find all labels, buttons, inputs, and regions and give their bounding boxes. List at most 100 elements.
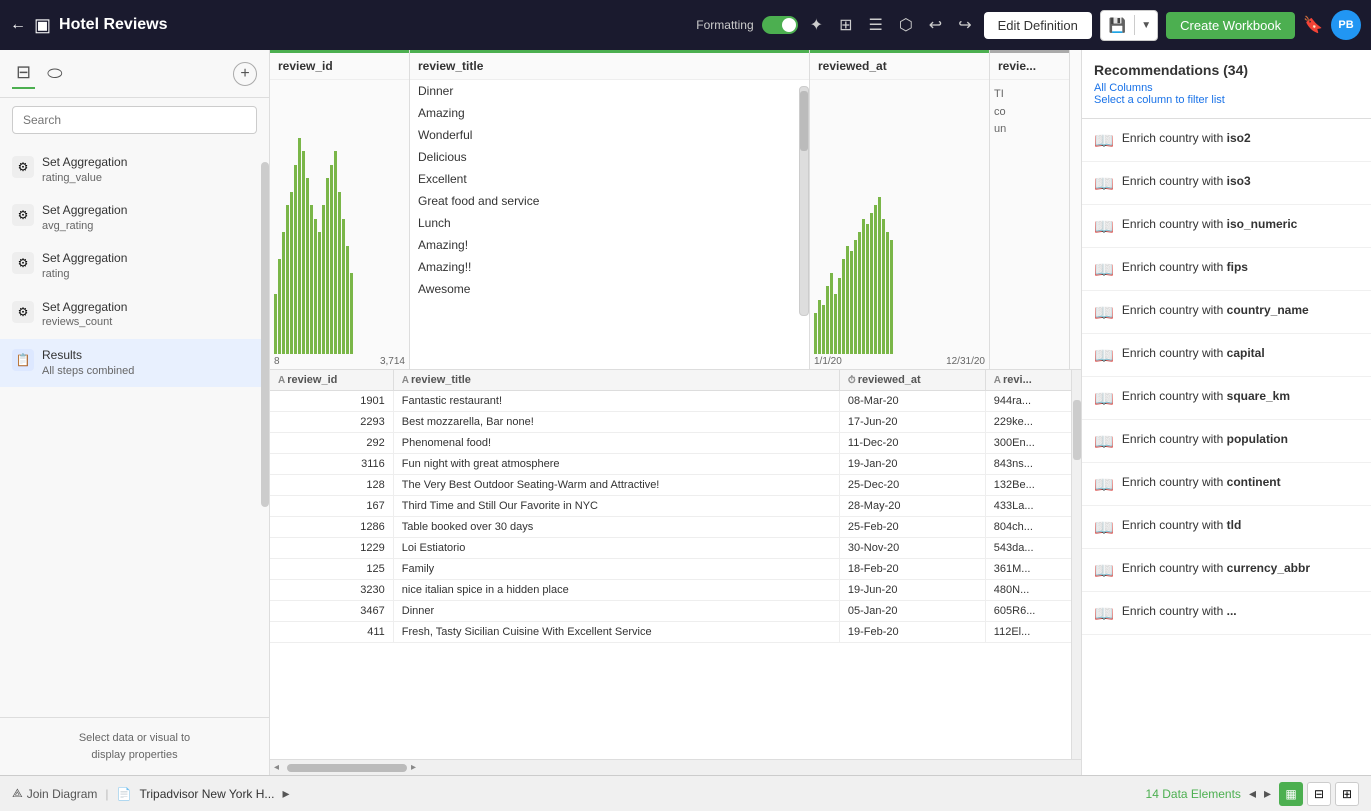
table-row[interactable]: 292 Phenomenal food! 11-Dec-20 300En...	[270, 432, 1081, 453]
step-label: Set Aggregation avg_rating	[42, 202, 127, 234]
table-row[interactable]: 1901 Fantastic restaurant! 08-Mar-20 944…	[270, 390, 1081, 411]
table-row[interactable]: 411 Fresh, Tasty Sicilian Cuisine With E…	[270, 621, 1081, 642]
formatting-label: Formatting	[696, 18, 753, 32]
cell-review-title: Dinner	[393, 600, 839, 621]
bookmark-button[interactable]: 🔖	[1303, 15, 1323, 35]
table-icon[interactable]: ⊟	[12, 58, 35, 89]
table-row[interactable]: 125 Family 18-Feb-20 361M...	[270, 558, 1081, 579]
cell-col4: 804ch...	[985, 516, 1080, 537]
table-row[interactable]: 3467 Dinner 05-Jan-20 605R6...	[270, 600, 1081, 621]
step-icon: ⚙	[12, 204, 34, 226]
step-aggregation-rating-value[interactable]: ⚙ Set Aggregation rating_value	[0, 146, 269, 194]
dropdown-item[interactable]: Excellent	[410, 168, 809, 190]
back-button[interactable]: ←	[10, 16, 26, 34]
th-review-title[interactable]: Areview_title	[393, 370, 839, 391]
shape-icon[interactable]: ⬭	[43, 59, 66, 88]
add-step-button[interactable]: +	[233, 62, 257, 86]
dropdown-item[interactable]: Dinner	[410, 80, 809, 102]
row-scrollbar[interactable]	[1071, 370, 1081, 759]
rec-item[interactable]: 📖 Enrich country with square_km	[1082, 377, 1371, 420]
col-dropdown-scrollbar[interactable]	[799, 86, 809, 316]
book-icon: 📖	[1094, 260, 1114, 280]
join-diagram-btn[interactable]: ⟁ Join Diagram	[12, 786, 97, 801]
rec-item[interactable]: 📖 Enrich country with iso3	[1082, 162, 1371, 205]
col-title-partial[interactable]: revie...	[990, 53, 1069, 80]
join-label: Join Diagram	[27, 787, 98, 801]
data-scroll-area[interactable]: Areview_id Areview_title ⏱reviewed_at Ar…	[270, 370, 1081, 759]
table-row[interactable]: 3230 nice italian spice in a hidden plac…	[270, 579, 1081, 600]
formatting-toggle[interactable]	[762, 16, 798, 34]
step-results[interactable]: 📋 Results All steps combined	[0, 339, 269, 387]
table-row[interactable]: 2293 Best mozzarella, Bar none! 17-Jun-2…	[270, 411, 1081, 432]
cell-col4: 480N...	[985, 579, 1080, 600]
panel-title: Recommendations (34)	[1094, 62, 1359, 78]
table-row[interactable]: 128 The Very Best Outdoor Seating-Warm a…	[270, 474, 1081, 495]
create-workbook-button[interactable]: Create Workbook	[1166, 12, 1295, 39]
cell-reviewed-at: 25-Feb-20	[839, 516, 985, 537]
tab-name[interactable]: Tripadvisor New York H...	[140, 787, 275, 801]
sidebar-scrollbar[interactable]	[261, 162, 269, 507]
redo-button[interactable]: ↪	[954, 11, 975, 39]
rec-text: Enrich country with currency_abbr	[1122, 559, 1310, 577]
recommendations-list: 📖 Enrich country with iso2 📖 Enrich coun…	[1082, 119, 1371, 635]
undo-button[interactable]: ↩	[925, 11, 946, 39]
step-aggregation-reviews-count[interactable]: ⚙ Set Aggregation reviews_count	[0, 291, 269, 339]
rec-item[interactable]: 📖 Enrich country with iso2	[1082, 119, 1371, 162]
dropdown-item[interactable]: Amazing!!	[410, 256, 809, 278]
table-row[interactable]: 1229 Loi Estiatorio 30-Nov-20 543da...	[270, 537, 1081, 558]
save-button[interactable]: 💾	[1101, 11, 1134, 40]
search-input[interactable]	[12, 106, 257, 134]
edit-definition-button[interactable]: Edit Definition	[984, 12, 1092, 39]
sidebar-steps: ⚙ Set Aggregation rating_value ⚙ Set Agg…	[0, 142, 269, 717]
scroll-right-btn[interactable]: ▸	[411, 762, 416, 773]
col-title-review-title[interactable]: review_title	[410, 53, 809, 80]
grid-view-button[interactable]: ⊞	[835, 11, 856, 39]
cell-col4: 433La...	[985, 495, 1080, 516]
cell-col4: 229ke...	[985, 411, 1080, 432]
rec-item[interactable]: 📖 Enrich country with country_name	[1082, 291, 1371, 334]
filter-list-link[interactable]: Select a column to filter list	[1094, 94, 1359, 106]
cell-reviewed-at: 19-Jun-20	[839, 579, 985, 600]
dropdown-item[interactable]: Awesome	[410, 278, 809, 300]
save-dropdown-button[interactable]: ▼	[1135, 14, 1157, 37]
rec-item[interactable]: 📖 Enrich country with ...	[1082, 592, 1371, 635]
dropdown-item[interactable]: Wonderful	[410, 124, 809, 146]
wand-icon-button[interactable]: ✦	[806, 11, 827, 39]
data-el-arrow-left[interactable]: ◂	[1249, 785, 1256, 802]
view-btn-3[interactable]: ⊞	[1335, 782, 1359, 806]
dropdown-item[interactable]: Great food and service	[410, 190, 809, 212]
scroll-left-btn[interactable]: ◂	[274, 762, 279, 773]
table-row[interactable]: 167 Third Time and Still Our Favorite in…	[270, 495, 1081, 516]
rec-item[interactable]: 📖 Enrich country with capital	[1082, 334, 1371, 377]
data-el-arrow-right[interactable]: ▸	[1264, 785, 1271, 802]
dropdown-item[interactable]: Amazing	[410, 102, 809, 124]
step-aggregation-avg-rating[interactable]: ⚙ Set Aggregation avg_rating	[0, 194, 269, 242]
dropdown-item[interactable]: Delicious	[410, 146, 809, 168]
rec-item[interactable]: 📖 Enrich country with currency_abbr	[1082, 549, 1371, 592]
dropdown-item[interactable]: Lunch	[410, 212, 809, 234]
dropdown-item[interactable]: Amazing!	[410, 234, 809, 256]
col-dropdown-review-title[interactable]: Dinner Amazing Wonderful Delicious Excel…	[410, 80, 809, 369]
hscroll-thumb[interactable]	[287, 764, 407, 772]
view-btn-1[interactable]: ▦	[1279, 782, 1303, 806]
th-col4[interactable]: Arevi...	[985, 370, 1080, 391]
tab-arrow-right[interactable]: ▸	[282, 785, 289, 802]
rec-item[interactable]: 📖 Enrich country with iso_numeric	[1082, 205, 1371, 248]
rec-item[interactable]: 📖 Enrich country with population	[1082, 420, 1371, 463]
rec-item[interactable]: 📖 Enrich country with fips	[1082, 248, 1371, 291]
table-row[interactable]: 1286 Table booked over 30 days 25-Feb-20…	[270, 516, 1081, 537]
file-icon: 📄	[117, 787, 132, 801]
view-btn-2[interactable]: ⊟	[1307, 782, 1331, 806]
horizontal-scrollbar[interactable]: ◂ ▸	[270, 759, 1081, 775]
all-columns-link[interactable]: All Columns	[1094, 82, 1359, 94]
th-review-id[interactable]: Areview_id	[270, 370, 393, 391]
list-view-button[interactable]: ☰	[864, 11, 886, 39]
th-reviewed-at[interactable]: ⏱reviewed_at	[839, 370, 985, 391]
table-row[interactable]: 3116 Fun night with great atmosphere 19-…	[270, 453, 1081, 474]
col-title-review-id[interactable]: review_id	[270, 53, 409, 80]
share-button[interactable]: ⬡	[895, 11, 917, 39]
col-title-reviewed-at[interactable]: reviewed_at	[810, 53, 989, 80]
rec-item[interactable]: 📖 Enrich country with continent	[1082, 463, 1371, 506]
step-aggregation-rating[interactable]: ⚙ Set Aggregation rating	[0, 242, 269, 290]
rec-item[interactable]: 📖 Enrich country with tld	[1082, 506, 1371, 549]
